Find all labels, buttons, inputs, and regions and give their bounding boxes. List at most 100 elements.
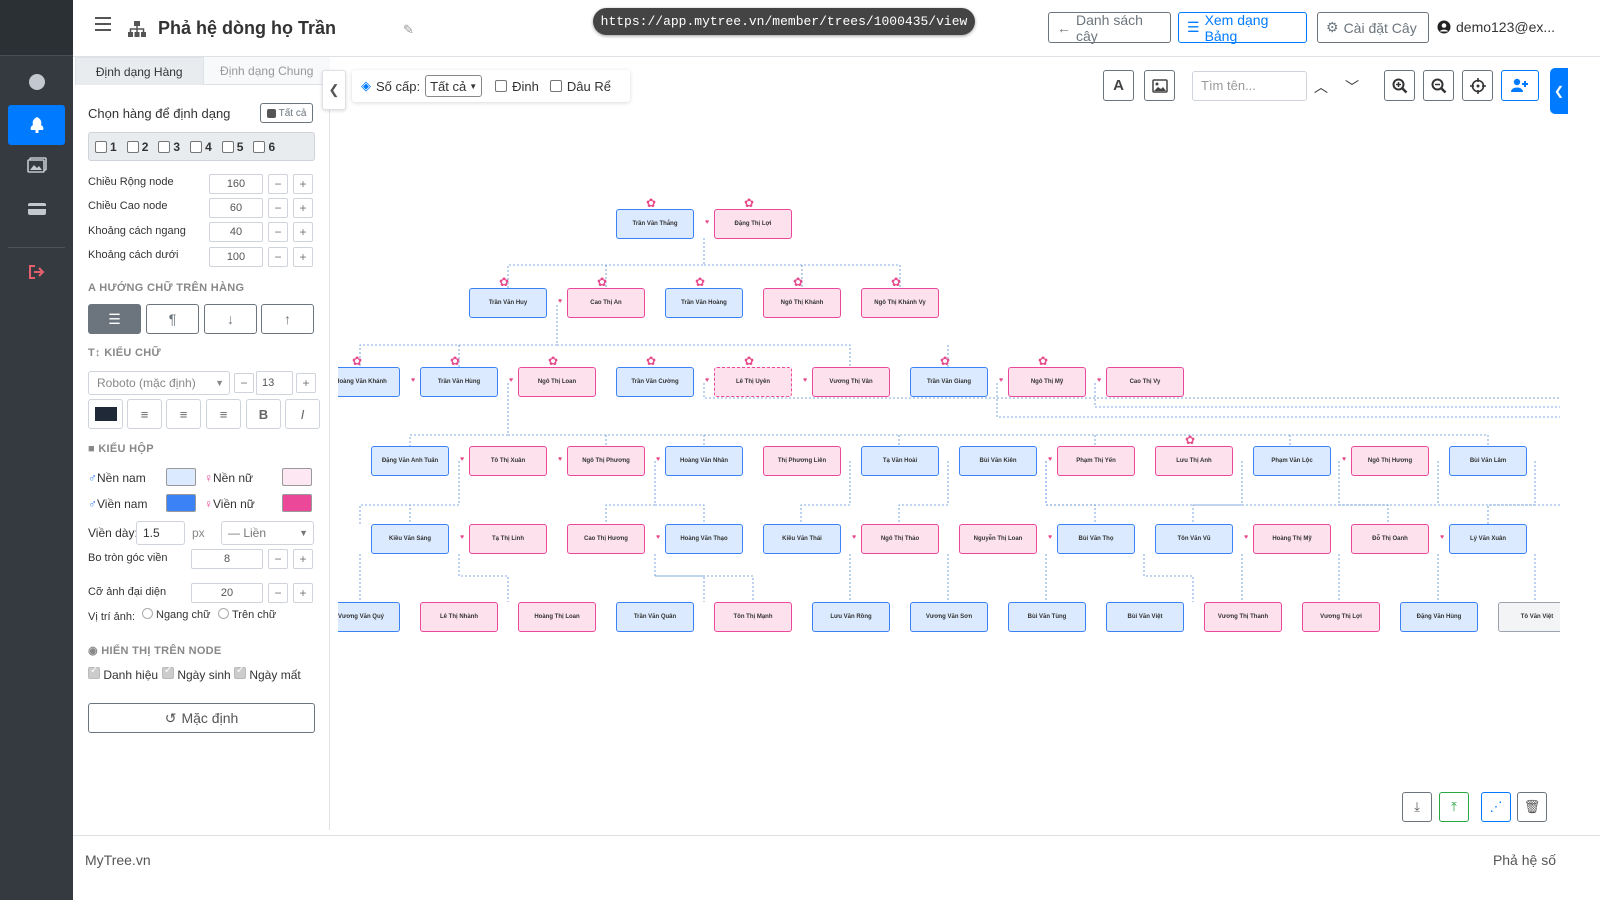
tree-node[interactable]: Ngô Thị Khánh Vy (861, 288, 939, 318)
tree-node[interactable]: Đặng Thị Lợi (714, 209, 792, 239)
border-male-swatch[interactable] (166, 494, 196, 512)
delete-button[interactable]: 🗑 (1517, 792, 1547, 822)
user-menu[interactable]: demo123@ex... (1437, 19, 1555, 35)
tree-node[interactable]: Nguyễn Thị Loan (959, 524, 1037, 554)
tree-node[interactable]: Ngô Thị Mỹ (1008, 367, 1086, 397)
font-family-select[interactable]: Roboto (mặc định) ▼ (88, 371, 230, 395)
text-up-button[interactable]: ↑ (261, 304, 314, 334)
align-right-button[interactable]: ≡ (206, 399, 241, 429)
tree-node[interactable]: Trần Văn Thắng (616, 209, 694, 239)
row-checkbox-2[interactable]: 2 (126, 140, 148, 154)
tree-node[interactable]: Ngô Thị Phương (567, 446, 645, 476)
node-height-plus[interactable]: + (293, 198, 313, 218)
reset-button[interactable]: ↺ Mặc định (88, 703, 315, 733)
tree-node[interactable]: Bùi Văn Tùng (1008, 602, 1086, 632)
hgap-input[interactable]: 40 (209, 222, 263, 242)
row-checkbox-6[interactable]: 6 (253, 140, 275, 154)
tree-node[interactable]: Lê Thị Uyên (714, 367, 792, 397)
download-button[interactable]: ⤓ (1402, 792, 1432, 822)
tree-node[interactable]: Hoàng Văn Khánh (338, 367, 400, 397)
bg-female-swatch[interactable] (282, 468, 312, 486)
show-title-checkbox[interactable]: Danh hiệu (88, 665, 158, 682)
tree-node[interactable]: Lưu Thị Anh (1155, 446, 1233, 476)
node-width-plus[interactable]: + (293, 174, 313, 194)
tree-node[interactable]: Trần Văn Cường (616, 367, 694, 397)
tree-node[interactable]: Trần Văn Hoàng (665, 288, 743, 318)
hgap-minus[interactable]: − (268, 222, 288, 242)
tree-node[interactable]: Thị Phương Liên (763, 446, 841, 476)
text-paragraph-button[interactable]: ¶ (146, 304, 199, 334)
search-prev-icon[interactable]: ︿ (1314, 77, 1328, 97)
tree-node[interactable]: Ngô Thị Loan (518, 367, 596, 397)
border-female-swatch[interactable] (282, 494, 312, 512)
tab-row-format[interactable]: Định dạng Hàng (75, 57, 204, 85)
image-pos-inline-radio[interactable]: Ngang chữ (142, 608, 210, 621)
tree-node[interactable]: Phạm Văn Lộc (1253, 446, 1331, 476)
tree-node[interactable]: Vương Thị Lợi (1302, 602, 1380, 632)
tree-node[interactable]: Bùi Văn Lâm (1449, 446, 1527, 476)
tab-general-format[interactable]: Định dạng Chung (203, 57, 330, 85)
tree-node[interactable]: Ngô Thị Hương (1351, 446, 1429, 476)
tree-canvas[interactable]: Trần Văn Thắng ✿ Đặng Thị Lợi ✿ ♥ Trần Văn Hu… (338, 110, 1560, 810)
tree-node[interactable]: Lê Thị Nhành (420, 602, 498, 632)
text-horizontal-button[interactable]: ☰ (88, 304, 141, 334)
text-color-button[interactable] (88, 399, 123, 429)
tree-node[interactable]: Trần Văn Huy (469, 288, 547, 318)
inlaw-checkbox[interactable] (549, 80, 562, 92)
table-view-button[interactable]: ☰ Xem dạng Bảng (1178, 12, 1307, 44)
collapse-panel-button[interactable]: ❮ (322, 70, 346, 110)
font-size-minus[interactable]: − (234, 373, 254, 393)
hgap-plus[interactable]: + (293, 222, 313, 242)
tree-node[interactable]: Bùi Văn Kiên (959, 446, 1037, 476)
font-size-input[interactable]: 13 (256, 371, 293, 395)
font-size-plus[interactable]: + (296, 373, 316, 393)
search-next-icon[interactable]: ﹀ (1345, 77, 1359, 97)
tree-node[interactable]: Hoàng Thị Mỹ (1253, 524, 1331, 554)
tree-node[interactable]: Cao Thị Vy (1106, 367, 1184, 397)
font-toggle-button[interactable]: A (1103, 70, 1134, 101)
tree-node[interactable]: Lý Văn Xuân (1449, 524, 1527, 554)
radius-minus[interactable]: − (268, 549, 288, 569)
tree-node[interactable]: Kiều Văn Thái (763, 524, 841, 554)
vgap-minus[interactable]: − (268, 247, 288, 267)
tree-node[interactable]: Vương Thị Thanh (1204, 602, 1282, 632)
radius-input[interactable]: 8 (191, 549, 263, 569)
zoom-out-button[interactable] (1423, 70, 1454, 101)
tree-node[interactable]: Ngô Thị Khánh (763, 288, 841, 318)
search-input[interactable]: Tìm tên... (1192, 71, 1307, 101)
tree-node[interactable]: Trần Văn Quân (616, 602, 694, 632)
tree-node[interactable]: Trần Văn Giang (910, 367, 988, 397)
tree-node[interactable]: Đặng Văn Hùng (1400, 602, 1478, 632)
select-all-button[interactable]: Tất cả (260, 103, 313, 123)
tree-node[interactable]: Phạm Thị Yến (1057, 446, 1135, 476)
avatar-size-minus[interactable]: − (268, 583, 288, 603)
center-button[interactable] (1462, 70, 1493, 101)
image-toggle-button[interactable] (1144, 70, 1175, 101)
show-death-checkbox[interactable]: Ngày mất (234, 665, 301, 682)
bold-button[interactable]: B (246, 399, 281, 429)
share-button[interactable]: ⋰ (1481, 792, 1511, 822)
border-width-input[interactable]: 1.5 (136, 521, 185, 545)
tree-node[interactable]: Bùi Văn Việt (1106, 602, 1184, 632)
tree-node[interactable]: Ngô Thị Thảo (861, 524, 939, 554)
add-member-button[interactable] (1501, 70, 1539, 101)
tree-node[interactable]: Tạ Văn Hoài (861, 446, 939, 476)
node-height-input[interactable]: 60 (209, 198, 263, 218)
avatar-size-plus[interactable]: + (293, 583, 313, 603)
tree-node[interactable]: Tô Thị Xuân (469, 446, 547, 476)
tree-node[interactable]: Tôn Thị Mạnh (714, 602, 792, 632)
tree-node[interactable]: Đặng Văn Anh Tuấn (371, 446, 449, 476)
tree-node[interactable]: Hoàng Văn Nhân (665, 446, 743, 476)
vgap-plus[interactable]: + (293, 247, 313, 267)
tree-node[interactable]: Kiều Văn Sáng (371, 524, 449, 554)
right-panel-toggle[interactable]: ❮ (1550, 68, 1568, 114)
tree-node[interactable]: Hoàng Văn Thạo (665, 524, 743, 554)
card-icon[interactable] (8, 189, 65, 229)
tree-node[interactable]: Vương Thị Vân (812, 367, 890, 397)
avatar-size-input[interactable]: 20 (191, 583, 263, 603)
zoom-in-button[interactable] (1384, 70, 1415, 101)
level-select[interactable]: Tất cả ▼ (425, 75, 483, 97)
italic-button[interactable]: I (285, 399, 320, 429)
align-left-button[interactable]: ≡ (127, 399, 162, 429)
tree-node[interactable]: Tôn Văn Vũ (1155, 524, 1233, 554)
